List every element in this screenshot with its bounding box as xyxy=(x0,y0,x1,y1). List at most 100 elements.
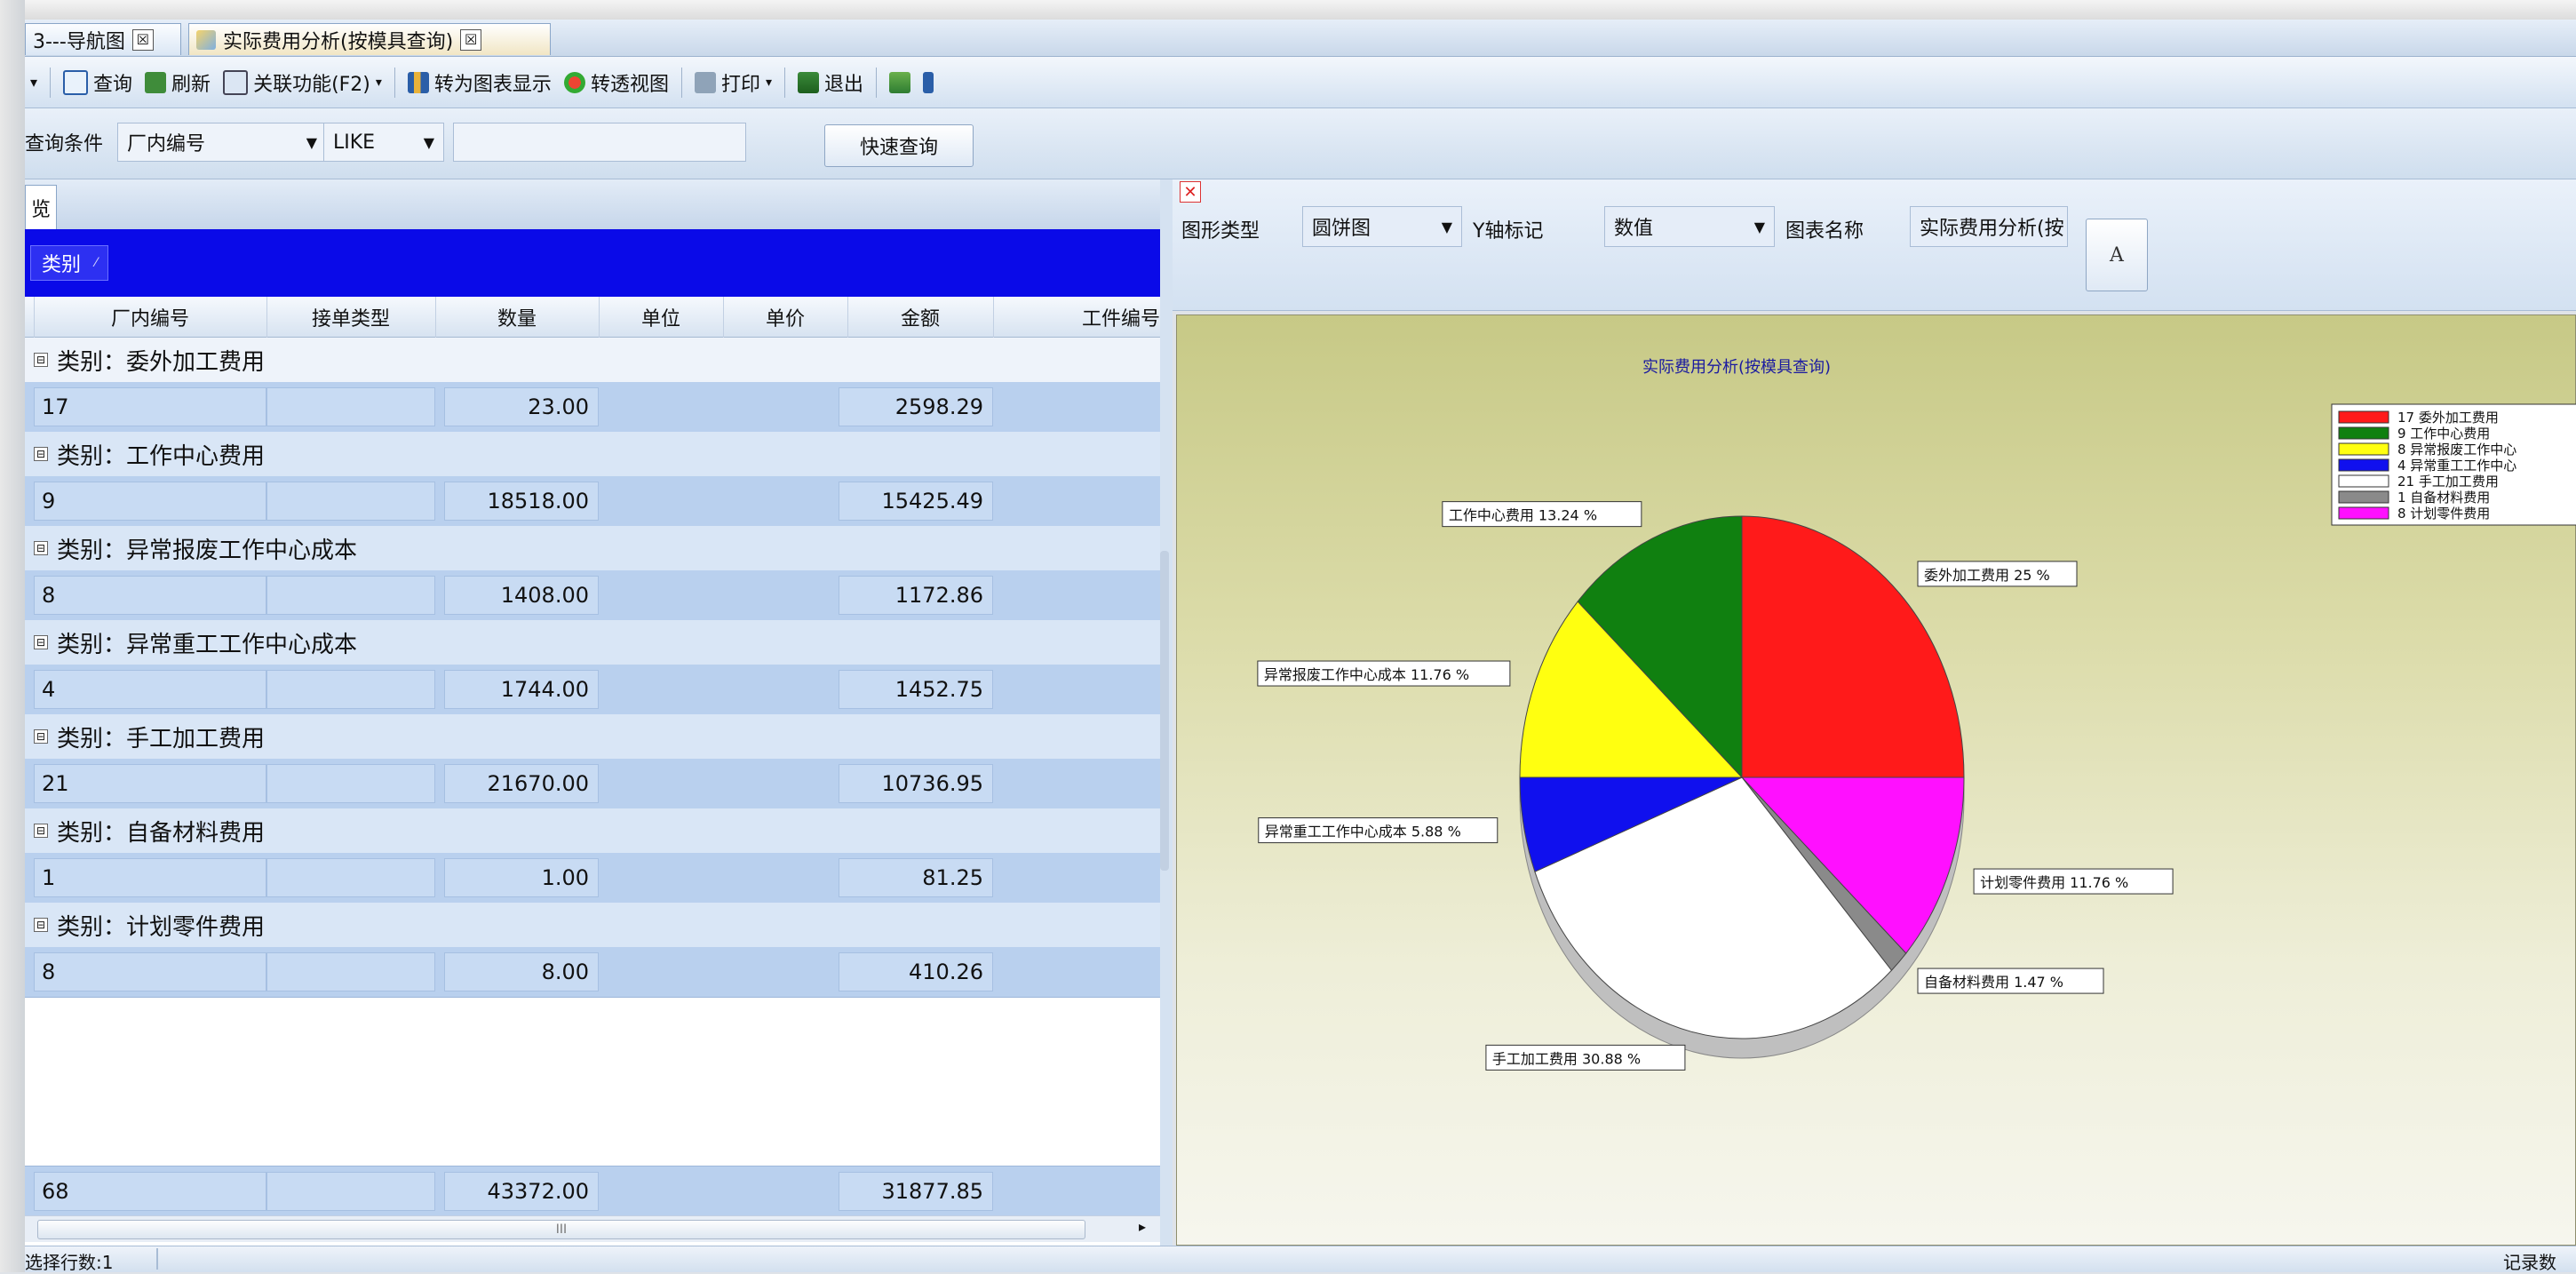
column-header-row: 厂内编号 接单类型 数量 单位 单价 金额 工件编号 xyxy=(25,297,1170,338)
chevron-down-icon[interactable]: ▾ xyxy=(766,76,772,90)
group-amount: 1172.86 xyxy=(839,576,993,615)
column-header[interactable]: 单价 xyxy=(723,297,848,338)
book-icon[interactable] xyxy=(889,71,911,93)
group-header-row[interactable]: ⊟ 类别：委外加工费用 xyxy=(25,338,1160,383)
font-settings-button[interactable]: A xyxy=(2086,219,2148,291)
group-count: 17 xyxy=(34,387,266,426)
chevron-down-icon[interactable]: ▾ xyxy=(376,76,382,90)
chart-options-bar: ✕ 图形类型 圆饼图 ▼ Y轴标记 数值 ▼ 图表名称 实际费用分析(按 A xyxy=(1173,179,2576,311)
group-title: 类别：委外加工费用 xyxy=(57,348,266,376)
tab-navigation[interactable]: 3---导航图 ☒ xyxy=(25,23,181,55)
chart-name-input[interactable]: 实际费用分析(按 xyxy=(1910,206,2068,247)
quick-query-button[interactable]: 快速查询 xyxy=(824,124,974,167)
group-header-row[interactable]: ⊟ 类别：异常重工工作中心成本 xyxy=(25,620,1160,665)
refresh-button[interactable]: 刷新 xyxy=(145,68,211,97)
document-tab-bar: 3---导航图 ☒ 实际费用分析(按模具查询) ☒ xyxy=(25,20,2576,57)
expand-icon[interactable]: ⊟ xyxy=(34,824,48,838)
group-by-chip[interactable]: 类别 ⁄ xyxy=(30,245,109,281)
group-header-row[interactable]: ⊟ 类别：手工加工费用 xyxy=(25,714,1160,760)
group-summary-row[interactable]: 8 1408.00 1172.86 xyxy=(25,570,1160,621)
close-icon[interactable]: ☒ xyxy=(131,28,154,51)
query-bar: 查询条件 厂内编号 ▼ LIKE ▼ 快速查询 xyxy=(25,108,2576,179)
window-bezel-top xyxy=(0,0,2576,20)
group-amount: 15425.49 xyxy=(839,482,993,521)
legend-swatch xyxy=(2338,506,2389,520)
query-button[interactable]: 查询 xyxy=(63,68,132,97)
group-header-row[interactable]: ⊟ 类别：自备材料费用 xyxy=(25,808,1160,854)
query-value-input[interactable] xyxy=(453,123,746,162)
yaxis-select[interactable]: 数值 ▼ xyxy=(1604,206,1775,247)
column-header[interactable]: 厂内编号 xyxy=(34,297,267,338)
group-count: 1 xyxy=(34,858,266,897)
toolbar-grip-icon[interactable] xyxy=(923,71,934,93)
exit-button[interactable]: 退出 xyxy=(798,68,863,97)
pivot-button[interactable]: 转透视图 xyxy=(563,68,669,97)
slice-label: 委外加工费用 25 % xyxy=(1924,567,2050,584)
keyboard-icon xyxy=(223,69,249,95)
group-summary-row[interactable]: 1 1.00 81.25 xyxy=(25,853,1160,904)
vertical-scrollbar-thumb[interactable] xyxy=(1160,551,1169,871)
group-amount: 2598.29 xyxy=(839,387,993,426)
column-header[interactable]: 工件编号 xyxy=(993,297,1170,338)
scrollbar-thumb[interactable]: III xyxy=(37,1220,1085,1239)
close-icon[interactable]: ✕ xyxy=(1180,181,1201,203)
summary-row: 68 43372.00 31877.85 xyxy=(25,1166,1160,1215)
exit-icon xyxy=(798,71,819,93)
yaxis-value: 数值 xyxy=(1614,218,1654,240)
toolbar-overflow-icon[interactable]: ▾ xyxy=(30,74,37,91)
expand-icon[interactable]: ⊟ xyxy=(34,918,48,932)
expand-icon[interactable]: ⊟ xyxy=(34,353,48,367)
group-amount: 81.25 xyxy=(839,858,993,897)
group-summary-row[interactable]: 4 1744.00 1452.75 xyxy=(25,665,1160,715)
tab-cost-analysis[interactable]: 实际费用分析(按模具查询) ☒ xyxy=(188,23,551,55)
query-field-value: 厂内编号 xyxy=(127,133,206,155)
pie-slice xyxy=(1741,515,1965,778)
group-summary-row[interactable]: 17 23.00 2598.29 xyxy=(25,382,1160,433)
column-header[interactable]: 数量 xyxy=(435,297,600,338)
group-header-row[interactable]: ⊟ 类别：工作中心费用 xyxy=(25,432,1160,477)
data-grid-panel: 览 类别 ⁄ 厂内编号 接单类型 数量 单位 单价 金额 工件编号 68 433… xyxy=(25,179,1170,1246)
column-header[interactable]: 金额 xyxy=(847,297,994,338)
related-function-button[interactable]: 关联功能(F2) ▾ xyxy=(223,68,382,97)
toolbar: ▾ 查询 刷新 关联功能(F2) ▾ 转为图表显示 转透视图 打印 ▾ 退出 xyxy=(25,57,2576,108)
font-icon: A xyxy=(2110,243,2124,267)
slice-label: 异常报废工作中心成本 11.76 % xyxy=(1264,666,1469,683)
summary-cell xyxy=(266,764,435,803)
group-title: 类别：手工加工费用 xyxy=(57,725,266,752)
chevron-down-icon: ▼ xyxy=(1441,218,1452,235)
slice-label: 自备材料费用 1.47 % xyxy=(1924,974,2063,991)
expand-icon[interactable]: ⊟ xyxy=(34,635,48,649)
group-amount: 10736.95 xyxy=(839,764,993,803)
group-summary-row[interactable]: 21 21670.00 10736.95 xyxy=(25,759,1160,809)
horizontal-scrollbar[interactable]: III ▸ xyxy=(25,1215,1160,1242)
chart-name-label: 图表名称 xyxy=(1785,220,1864,243)
group-summary-row[interactable]: 8 8.00 410.26 xyxy=(25,947,1160,998)
group-header-row[interactable]: ⊟ 类别：异常报废工作中心成本 xyxy=(25,526,1160,571)
chart-type-select[interactable]: 圆饼图 ▼ xyxy=(1302,206,1462,247)
print-button[interactable]: 打印 ▾ xyxy=(694,68,772,97)
tab-overview[interactable]: 览 xyxy=(25,185,57,229)
column-header[interactable]: 接单类型 xyxy=(266,297,436,338)
group-title: 类别：异常重工工作中心成本 xyxy=(57,631,358,658)
close-icon[interactable]: ☒ xyxy=(460,28,482,51)
legend-swatch xyxy=(2338,426,2389,440)
window-bezel-left xyxy=(0,0,25,1272)
toolbar-separator xyxy=(876,67,878,98)
query-condition-label: 查询条件 xyxy=(25,133,104,155)
scroll-right-icon[interactable]: ▸ xyxy=(1139,1218,1146,1235)
operator-select[interactable]: LIKE ▼ xyxy=(323,123,444,162)
expand-icon[interactable]: ⊟ xyxy=(34,447,48,461)
query-field-select[interactable]: 厂内编号 ▼ xyxy=(117,123,327,162)
column-header[interactable]: 单位 xyxy=(599,297,724,338)
expand-icon[interactable]: ⊟ xyxy=(34,729,48,744)
toolbar-separator xyxy=(50,67,52,98)
record-count-status: 记录数 xyxy=(2503,1252,2556,1273)
slice-label: 计划零件费用 11.76 % xyxy=(1980,874,2128,891)
summary-cell xyxy=(266,1172,435,1211)
group-header-row[interactable]: ⊟ 类别：计划零件费用 xyxy=(25,903,1160,948)
to-chart-button[interactable]: 转为图表显示 xyxy=(407,68,552,97)
group-summary-row[interactable]: 9 18518.00 15425.49 xyxy=(25,476,1160,527)
expand-icon[interactable]: ⊟ xyxy=(34,541,48,555)
group-title: 类别：计划零件费用 xyxy=(57,913,266,941)
chart-canvas: 实际费用分析(按模具查询) 委外加工费用 25 % 计划零件费用 11.76 % 自备… xyxy=(1176,315,2576,1246)
